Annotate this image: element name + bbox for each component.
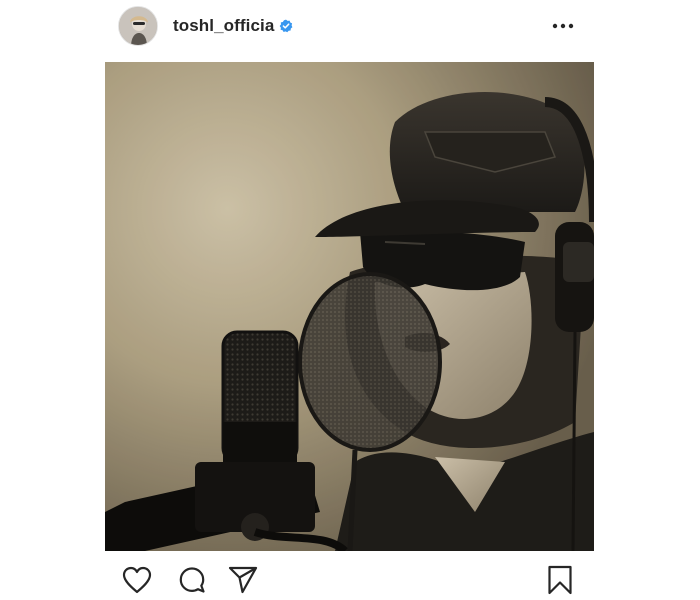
- comment-button[interactable]: [176, 564, 208, 596]
- instagram-post: toshl_officia: [0, 0, 700, 600]
- more-options-button[interactable]: [550, 14, 576, 38]
- username-group: toshl_officia: [173, 16, 293, 36]
- post-photo[interactable]: [105, 62, 594, 551]
- singer-photo-image: [105, 62, 594, 551]
- paper-plane-icon: [228, 566, 258, 594]
- heart-icon: [122, 566, 152, 594]
- comment-bubble-icon: [179, 567, 205, 593]
- bookmark-icon: [548, 565, 572, 595]
- post-actions-bar: [105, 558, 594, 600]
- verified-badge-icon: [279, 19, 293, 33]
- post-header: toshl_officia: [105, 4, 594, 50]
- profile-avatar[interactable]: [118, 6, 158, 46]
- save-button[interactable]: [544, 564, 576, 596]
- share-button[interactable]: [227, 564, 259, 596]
- username-link[interactable]: toshl_officia: [173, 16, 274, 36]
- like-button[interactable]: [121, 564, 153, 596]
- more-horizontal-icon: [552, 23, 574, 29]
